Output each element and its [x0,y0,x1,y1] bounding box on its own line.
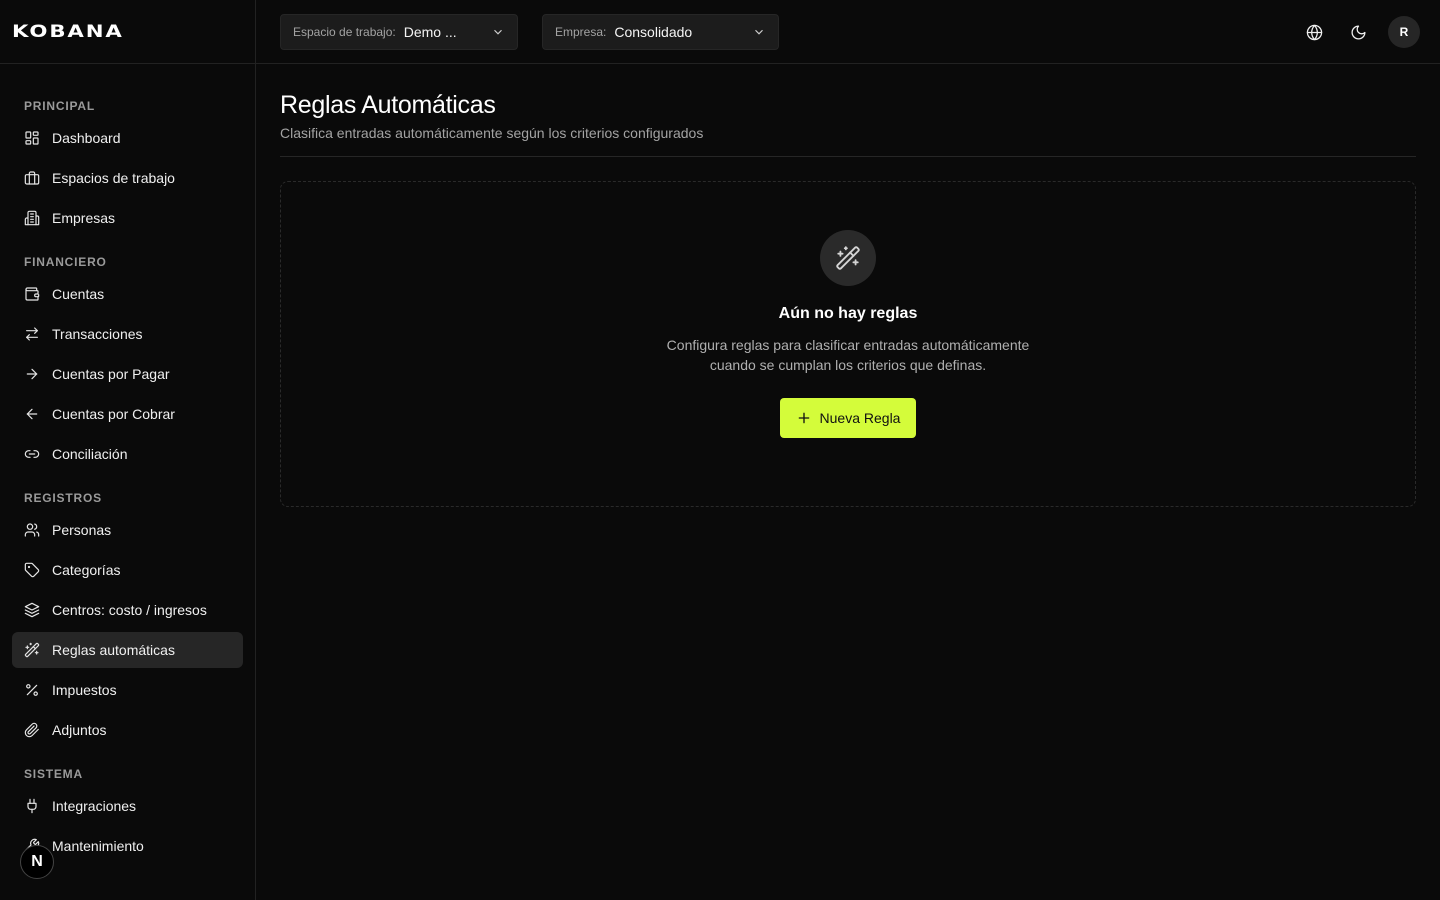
sidebar-item-label: Dashboard [52,130,121,146]
sidebar-item-cuentas-por-cobrar[interactable]: Cuentas por Cobrar [12,396,243,432]
tag-icon [24,562,40,578]
arrow-left-icon [24,406,40,422]
magic-wand-icon [820,230,876,286]
layers-icon [24,602,40,618]
sidebar: KOBANA PRINCIPAL Dashboard Espacios de t… [0,0,256,900]
sidebar-item-adjuntos[interactable]: Adjuntos [12,712,243,748]
building-icon [24,210,40,226]
workspace-select[interactable]: Espacio de trabajo: Demo ... [280,14,518,50]
sidebar-item-label: Empresas [52,210,116,226]
sidebar-item-centros[interactable]: Centros: costo / ingresos [12,592,243,628]
topbar: Espacio de trabajo: Demo ... Empresa: Co… [256,0,1440,64]
paperclip-icon [24,722,40,738]
users-icon [24,522,40,538]
workspace-select-label: Espacio de trabajo: [293,25,396,39]
empty-state-card: Aún no hay reglas Configura reglas para … [280,181,1416,507]
new-rule-button[interactable]: Nueva Regla [779,398,917,438]
sidebar-item-label: Conciliación [52,446,128,462]
sidebar-item-empresas[interactable]: Empresas [12,200,243,236]
sidebar-item-dashboard[interactable]: Dashboard [12,120,243,156]
chevron-down-icon [752,25,766,39]
empty-state-description: Configura reglas para clasificar entrada… [666,337,1030,373]
section-label-principal: PRINCIPAL [24,99,95,113]
section-label-financiero: FINANCIERO [24,255,107,269]
app-logo[interactable]: KOBANA [12,22,124,42]
sidebar-item-label: Integraciones [52,798,137,814]
arrow-right-icon [24,366,40,382]
sidebar-item-label: Cuentas [52,286,105,302]
main-content: Reglas Automáticas Clasifica entradas au… [280,64,1416,507]
page-title: Reglas Automáticas [280,91,496,119]
wallet-icon [24,286,40,302]
sidebar-item-label: Centros: costo / ingresos [52,602,207,618]
sidebar-item-label: Transacciones [52,326,143,342]
company-select-label: Empresa: [555,25,607,39]
sidebar-item-cuentas[interactable]: Cuentas [12,276,243,312]
sidebar-item-espacios[interactable]: Espacios de trabajo [12,160,243,196]
link-icon [24,446,40,462]
sidebar-item-cuentas-por-pagar[interactable]: Cuentas por Pagar [12,356,243,392]
magic-wand-icon [24,642,40,658]
sidebar-item-label: Cuentas por Pagar [52,366,170,382]
language-globe-icon[interactable] [1302,20,1326,44]
avatar[interactable]: R [1388,16,1420,48]
theme-moon-icon[interactable] [1346,20,1370,44]
sidebar-item-label: Categorías [52,562,121,578]
new-rule-button-label: Nueva Regla [819,410,901,426]
sidebar-nav: PRINCIPAL Dashboard Espacios de trabajo … [0,98,255,864]
sidebar-item-categorias[interactable]: Categorías [12,552,243,588]
section-label-sistema: SISTEMA [24,767,83,781]
nextjs-dev-badge[interactable]: N [20,845,54,879]
plug-icon [24,798,40,814]
section-label-registros: REGISTROS [24,491,102,505]
sidebar-item-label: Espacios de trabajo [52,170,175,186]
header-divider [280,156,1416,157]
sidebar-item-conciliacion[interactable]: Conciliación [12,436,243,472]
percent-icon [24,682,40,698]
empty-state-title: Aún no hay reglas [778,305,918,322]
sidebar-item-integraciones[interactable]: Integraciones [12,788,243,824]
sidebar-item-personas[interactable]: Personas [12,512,243,548]
workspace-select-value: Demo ... [403,24,457,40]
company-select-value: Consolidado [614,24,693,40]
arrows-exchange-icon [24,326,40,342]
company-select[interactable]: Empresa: Consolidado [542,14,779,50]
sidebar-item-label: Personas [52,522,112,538]
plus-icon [796,410,812,426]
sidebar-item-label: Reglas automáticas [52,642,175,658]
sidebar-item-label: Adjuntos [52,722,107,738]
chevron-down-icon [491,25,505,39]
sidebar-item-impuestos[interactable]: Impuestos [12,672,243,708]
sidebar-item-label: Impuestos [52,682,117,698]
sidebar-item-label: Cuentas por Cobrar [52,406,175,422]
logo-bar: KOBANA [0,0,255,64]
dashboard-icon [24,130,40,146]
sidebar-item-label: Mantenimiento [52,838,144,854]
sidebar-item-transacciones[interactable]: Transacciones [12,316,243,352]
briefcase-icon [24,170,40,186]
sidebar-item-reglas-automaticas[interactable]: Reglas automáticas [12,632,243,668]
page-subtitle: Clasifica entradas automáticamente según… [280,125,704,141]
